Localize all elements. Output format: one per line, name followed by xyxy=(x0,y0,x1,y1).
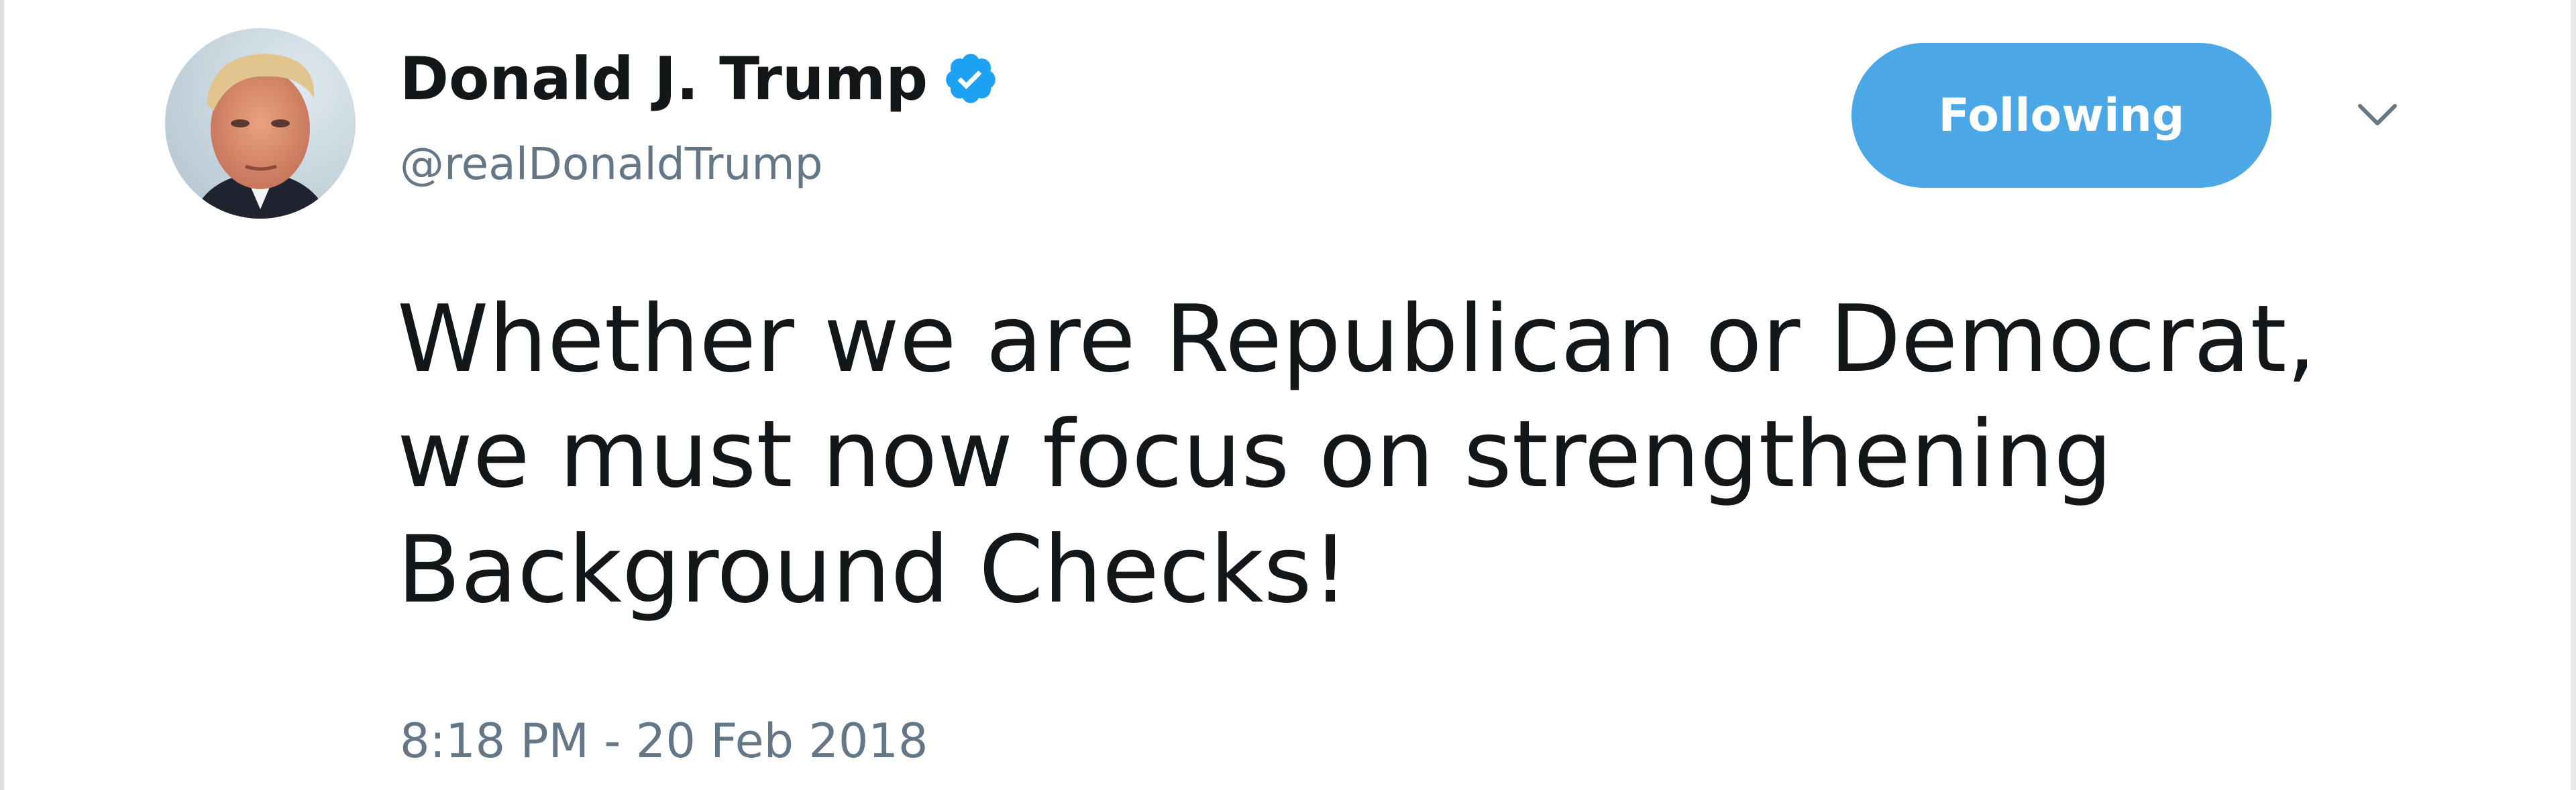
author-handle[interactable]: @realDonaldTrump xyxy=(400,138,823,190)
author-name-row: Donald J. Trump xyxy=(400,42,999,115)
window-frame-left xyxy=(0,0,4,790)
following-button[interactable]: Following xyxy=(1851,43,2271,188)
tweet-text-line: Whether we are Republican or Democrat, xyxy=(397,285,2316,393)
tweet-text-line: Background Checks! xyxy=(397,516,1349,624)
chevron-down-icon[interactable] xyxy=(2351,97,2404,137)
tweet-text-line: we must now focus on strengthening xyxy=(397,400,2112,508)
tweet-text: Whether we are Republican or Democrat, w… xyxy=(397,282,2443,628)
avatar[interactable] xyxy=(165,28,356,219)
verified-badge-icon xyxy=(943,50,999,107)
profile-photo xyxy=(165,28,356,219)
window-frame-right xyxy=(2571,0,2576,790)
author-display-name[interactable]: Donald J. Trump xyxy=(400,44,928,113)
tweet-timestamp[interactable]: 8:18 PM - 20 Feb 2018 xyxy=(400,714,928,769)
